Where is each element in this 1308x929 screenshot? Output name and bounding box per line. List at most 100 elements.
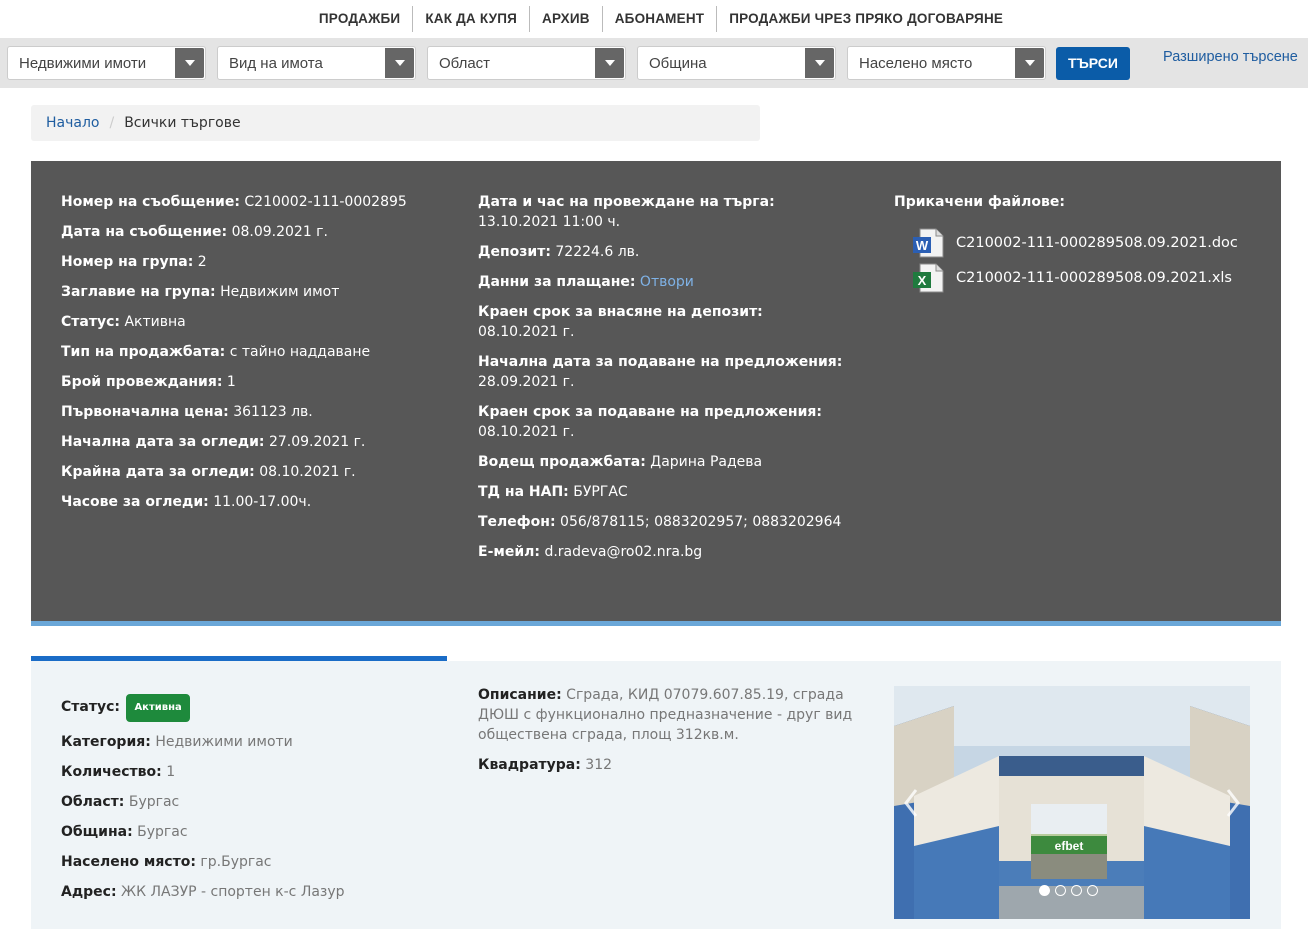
carousel-dot-1[interactable] bbox=[1039, 885, 1050, 896]
viewing-end-row: Крайна дата за огледи: 08.10.2021 г. bbox=[61, 462, 461, 482]
breadcrumb-separator: / bbox=[109, 115, 115, 131]
notice-info-panel: Номер на съобщение: C210002-111-0002895 … bbox=[31, 161, 1281, 626]
file-doc-link[interactable]: W C210002-111-000289508.09.2021.doc bbox=[894, 225, 1264, 260]
field-value: 28.09.2021 г. bbox=[478, 374, 575, 390]
item-description-row: Описание: Сграда, КИД 07079.607.85.19, с… bbox=[478, 685, 858, 745]
property-type-select-value: Вид на имота bbox=[229, 55, 323, 72]
chevron-down-icon[interactable] bbox=[595, 48, 624, 78]
field-value: Активна bbox=[124, 314, 186, 330]
file-doc-name[interactable]: C210002-111-000289508.09.2021.doc bbox=[956, 235, 1238, 251]
nav-direct-sales[interactable]: ПРОДАЖБИ ЧРЕЗ ПРЯКО ДОГОВАРЯНЕ bbox=[717, 6, 1015, 32]
carousel-dot-4[interactable] bbox=[1087, 885, 1098, 896]
field-label: ТД на НАП: bbox=[478, 484, 569, 500]
region-select[interactable]: Област bbox=[427, 46, 626, 80]
field-value: 08.10.2021 г. bbox=[259, 464, 356, 480]
search-button[interactable]: ТЪРСИ bbox=[1056, 47, 1130, 80]
chevron-down-icon[interactable] bbox=[175, 48, 204, 78]
nra-office-row: ТД на НАП: БУРГАС bbox=[478, 482, 868, 502]
main-content: Начало / Всички търгове Номер на съобщен… bbox=[0, 88, 1308, 929]
tab-indicator bbox=[447, 656, 1281, 661]
field-label: Населено място: bbox=[61, 854, 196, 870]
field-label: Категория: bbox=[61, 734, 151, 750]
breadcrumb-current: Всички търгове bbox=[124, 115, 241, 131]
payment-data-open-link[interactable]: Отвори bbox=[640, 274, 694, 290]
field-label: Номер на съобщение: bbox=[61, 194, 240, 210]
field-label: Депозит: bbox=[478, 244, 551, 260]
sale-type-row: Тип на продажбата: с тайно наддаване bbox=[61, 342, 461, 362]
field-value: C210002-111-0002895 bbox=[244, 194, 407, 210]
chevron-down-icon[interactable] bbox=[385, 48, 414, 78]
item-region-row: Област: Бургас bbox=[61, 792, 471, 812]
carousel-dot-3[interactable] bbox=[1071, 885, 1082, 896]
field-label: Начална дата за подаване на предложения: bbox=[478, 354, 843, 370]
item-settlement-row: Населено място: гр.Бургас bbox=[61, 852, 471, 872]
viewing-start-row: Начална дата за огледи: 27.09.2021 г. bbox=[61, 432, 461, 452]
property-photo-carousel[interactable]: efbet bbox=[894, 686, 1250, 919]
group-number-row: Номер на група: 2 bbox=[61, 252, 461, 272]
file-xls-link[interactable]: X C210002-111-000289508.09.2021.xls bbox=[894, 260, 1264, 295]
field-label: Начална дата за огледи: bbox=[61, 434, 265, 450]
field-label: Краен срок за подаване на предложения: bbox=[478, 404, 822, 420]
carousel-dot-2[interactable] bbox=[1055, 885, 1066, 896]
runs-count-row: Брой провеждания: 1 bbox=[61, 372, 461, 392]
field-value: 08.10.2021 г. bbox=[478, 424, 575, 440]
initial-price-row: Първоначална цена: 361123 лв. bbox=[61, 402, 461, 422]
nav-sales[interactable]: ПРОДАЖБИ bbox=[307, 6, 414, 32]
nav-subscription[interactable]: АБОНАМЕНТ bbox=[603, 6, 718, 32]
field-value: Бургас bbox=[128, 794, 180, 810]
payment-data-row: Данни за плащане: Отвори bbox=[478, 272, 868, 292]
field-label: Крайна дата за огледи: bbox=[61, 464, 255, 480]
item-status-row: Статус: Активна bbox=[61, 694, 471, 722]
offers-start-row: Начална дата за подаване на предложения:… bbox=[478, 352, 868, 392]
field-label: Първоначална цена: bbox=[61, 404, 229, 420]
carousel-indicators bbox=[1039, 885, 1098, 896]
notice-column-middle: Дата и час на провеждане на търга: 13.10.… bbox=[478, 192, 868, 572]
municipality-select[interactable]: Община bbox=[637, 46, 836, 80]
nav-archive[interactable]: АРХИВ bbox=[530, 6, 603, 32]
region-select-value: Област bbox=[439, 55, 491, 72]
item-column-left: Статус: Активна Категория: Недвижими имо… bbox=[61, 694, 471, 912]
field-value: 13.10.2021 11:00 ч. bbox=[478, 214, 621, 230]
category-select[interactable]: Недвижими имоти bbox=[7, 46, 206, 80]
field-label: Часове за огледи: bbox=[61, 494, 209, 510]
item-details-panel: Статус: Активна Категория: Недвижими имо… bbox=[31, 656, 1281, 929]
chevron-down-icon[interactable] bbox=[805, 48, 834, 78]
carousel-next-icon[interactable] bbox=[1222, 786, 1244, 820]
excel-xls-icon: X bbox=[913, 263, 944, 292]
field-label: Данни за плащане: bbox=[478, 274, 636, 290]
email-row: E-мейл: d.radeva@ro02.nra.bg bbox=[478, 542, 868, 562]
item-category-row: Категория: Недвижими имоти bbox=[61, 732, 471, 752]
notice-number-row: Номер на съобщение: C210002-111-0002895 bbox=[61, 192, 461, 212]
field-value: 27.09.2021 г. bbox=[268, 434, 366, 450]
search-bar: Недвижими имоти Вид на имота Област Общи… bbox=[0, 38, 1308, 88]
municipality-select-value: Община bbox=[649, 55, 707, 72]
svg-text:W: W bbox=[916, 238, 929, 253]
property-type-select[interactable]: Вид на имота bbox=[217, 46, 416, 80]
field-label: Адрес: bbox=[61, 884, 117, 900]
chevron-down-icon[interactable] bbox=[1015, 48, 1044, 78]
group-title-row: Заглавие на група: Недвижим имот bbox=[61, 282, 461, 302]
field-label: Статус: bbox=[61, 699, 120, 715]
attached-files-title: Прикачени файлове: bbox=[894, 194, 1065, 210]
nav-how-to-buy[interactable]: КАК ДА КУПЯ bbox=[413, 6, 531, 32]
carousel-prev-icon[interactable] bbox=[900, 786, 922, 820]
svg-text:X: X bbox=[918, 273, 927, 288]
field-value: 08.09.2021 г. bbox=[231, 224, 328, 240]
settlement-select[interactable]: Населено място bbox=[847, 46, 1046, 80]
field-value: Дарина Радева bbox=[650, 454, 763, 470]
file-xls-name[interactable]: C210002-111-000289508.09.2021.xls bbox=[956, 270, 1232, 286]
field-label: Телефон: bbox=[478, 514, 556, 530]
advanced-search-link[interactable]: Разширено търсене bbox=[1163, 49, 1298, 65]
item-municipality-row: Община: Бургас bbox=[61, 822, 471, 842]
breadcrumb-home[interactable]: Начало bbox=[46, 115, 99, 131]
field-value: с тайно наддаване bbox=[229, 344, 371, 360]
field-label: Община: bbox=[61, 824, 133, 840]
top-navigation: ПРОДАЖБИ КАК ДА КУПЯ АРХИВ АБОНАМЕНТ ПРО… bbox=[0, 0, 1308, 38]
field-value: 056/878115; 0883202957; 0883202964 bbox=[560, 514, 842, 530]
field-label: Заглавие на група: bbox=[61, 284, 216, 300]
notice-column-left: Номер на съобщение: C210002-111-0002895 … bbox=[61, 192, 461, 522]
field-value: ЖК ЛАЗУР - спортен к-с Лазур bbox=[121, 884, 345, 900]
field-label: Тип на продажбата: bbox=[61, 344, 226, 360]
field-value: 11.00-17.00ч. bbox=[213, 494, 312, 510]
item-quantity-row: Количество: 1 bbox=[61, 762, 471, 782]
